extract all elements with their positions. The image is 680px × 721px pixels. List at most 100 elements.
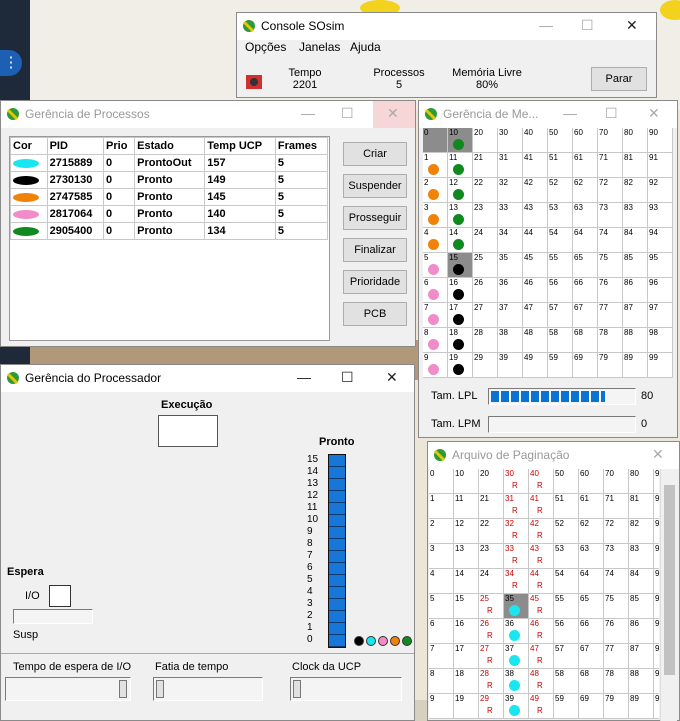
column-header[interactable]: Frames xyxy=(274,137,329,155)
paging-slot[interactable]: 76 xyxy=(604,619,629,644)
memory-frame[interactable]: 96 xyxy=(648,278,673,303)
memory-frame[interactable]: 56 xyxy=(548,278,573,303)
memory-frame[interactable]: 44 xyxy=(523,228,548,253)
paging-slot[interactable]: 6 xyxy=(429,619,454,644)
cpu-clock-slider[interactable] xyxy=(290,677,402,701)
close-icon[interactable]: ✕ xyxy=(387,105,399,122)
paging-slot[interactable]: 74 xyxy=(604,569,629,594)
paging-slot[interactable]: 65 xyxy=(579,594,604,619)
memory-frame[interactable]: 20 xyxy=(473,128,498,153)
paging-slot[interactable]: 70 xyxy=(604,469,629,494)
maximize-icon[interactable]: ☐ xyxy=(341,105,354,122)
memory-frame[interactable]: 2 xyxy=(423,178,448,203)
paging-slot[interactable]: 46 R xyxy=(529,619,554,644)
paging-slot[interactable]: 37 xyxy=(504,644,529,669)
column-header[interactable]: Estado xyxy=(134,137,206,155)
paging-slot[interactable]: 47 R xyxy=(529,644,554,669)
paging-slot[interactable]: 38 xyxy=(504,669,529,694)
minimize-icon[interactable]: — xyxy=(539,17,553,33)
minimize-icon[interactable]: — xyxy=(563,105,577,121)
close-icon[interactable]: ✕ xyxy=(626,17,638,34)
memory-frame[interactable]: 4 xyxy=(423,228,448,253)
memory-frame[interactable]: 13 xyxy=(448,203,473,228)
memory-frame[interactable]: 32 xyxy=(498,178,523,203)
menu-opcoes[interactable]: Opções xyxy=(245,40,286,54)
memory-frame[interactable]: 48 xyxy=(523,328,548,353)
menu-janelas[interactable]: Janelas xyxy=(299,40,340,54)
menu-ajuda[interactable]: Ajuda xyxy=(350,40,381,54)
paging-slot[interactable]: 88 xyxy=(629,669,654,694)
paging-slot[interactable]: 56 xyxy=(554,619,579,644)
memory-frame[interactable]: 7 xyxy=(423,303,448,328)
paging-slot[interactable]: 7 xyxy=(429,644,454,669)
memory-frame[interactable]: 1 xyxy=(423,153,448,178)
memory-frame[interactable]: 86 xyxy=(623,278,648,303)
io-wait-slider[interactable] xyxy=(5,677,131,701)
paging-slot[interactable]: 85 xyxy=(629,594,654,619)
paging-slot[interactable]: 16 xyxy=(454,619,479,644)
memory-frame[interactable]: 60 xyxy=(573,128,598,153)
paging-slot[interactable]: 66 xyxy=(579,619,604,644)
memory-frame[interactable]: 71 xyxy=(598,153,623,178)
paging-slot[interactable]: 50 xyxy=(554,469,579,494)
suspend-button[interactable]: Suspender xyxy=(343,174,407,198)
paging-slot[interactable]: 83 xyxy=(629,544,654,569)
table-row[interactable]: 2715889 0 ProntoOut 157 5 xyxy=(10,154,329,172)
paging-slot[interactable]: 9 xyxy=(654,694,659,719)
paging-slot[interactable]: 28 R xyxy=(479,669,504,694)
slider-thumb[interactable] xyxy=(293,680,301,698)
create-button[interactable]: Criar xyxy=(343,142,407,166)
table-row[interactable]: 2747585 0 Pronto 145 5 xyxy=(10,188,329,206)
paging-slot[interactable]: 9 xyxy=(654,644,659,669)
memory-frame[interactable]: 40 xyxy=(523,128,548,153)
memory-frame[interactable]: 93 xyxy=(648,203,673,228)
memory-frame[interactable]: 8 xyxy=(423,328,448,353)
paging-slot[interactable]: 75 xyxy=(604,594,629,619)
paging-slot[interactable]: 42 R xyxy=(529,519,554,544)
memory-frame[interactable]: 74 xyxy=(598,228,623,253)
memory-frame[interactable]: 62 xyxy=(573,178,598,203)
more-options-icon[interactable]: ⋮ xyxy=(0,50,22,76)
memory-frame[interactable]: 45 xyxy=(523,253,548,278)
memory-frame[interactable]: 22 xyxy=(473,178,498,203)
paging-slot[interactable]: 27 R xyxy=(479,644,504,669)
paging-slot[interactable]: 43 R xyxy=(529,544,554,569)
paging-slot[interactable]: 41 R xyxy=(529,494,554,519)
memory-frame[interactable]: 21 xyxy=(473,153,498,178)
memory-frame[interactable]: 26 xyxy=(473,278,498,303)
table-row[interactable]: 2730130 0 Pronto 149 5 xyxy=(10,171,329,189)
paging-slot[interactable]: 34 R xyxy=(504,569,529,594)
paging-slot[interactable]: 32 R xyxy=(504,519,529,544)
paging-slot[interactable]: 53 xyxy=(554,544,579,569)
paging-slot[interactable]: 2 xyxy=(429,519,454,544)
paging-slot[interactable]: 14 xyxy=(454,569,479,594)
paging-slot[interactable]: 48 R xyxy=(529,669,554,694)
paging-slot[interactable]: 63 xyxy=(579,544,604,569)
paging-slot[interactable]: 20 xyxy=(479,469,504,494)
pcb-button[interactable]: PCB xyxy=(343,302,407,326)
memory-frame[interactable]: 89 xyxy=(623,353,648,378)
memory-frame[interactable]: 19 xyxy=(448,353,473,378)
memory-frame[interactable]: 34 xyxy=(498,228,523,253)
paging-slot[interactable]: 57 xyxy=(554,644,579,669)
paging-slot[interactable]: 4 xyxy=(429,569,454,594)
paging-slot[interactable]: 84 xyxy=(629,569,654,594)
close-icon[interactable]: ✕ xyxy=(648,105,660,122)
memory-frame[interactable]: 98 xyxy=(648,328,673,353)
memory-frame[interactable]: 37 xyxy=(498,303,523,328)
memory-frame[interactable]: 15 xyxy=(448,253,473,278)
memory-frame[interactable]: 85 xyxy=(623,253,648,278)
memory-frame[interactable]: 25 xyxy=(473,253,498,278)
paging-slot[interactable]: 12 xyxy=(454,519,479,544)
paging-slot[interactable]: 9 xyxy=(654,494,659,519)
memory-frame[interactable]: 88 xyxy=(623,328,648,353)
memory-frame[interactable]: 42 xyxy=(523,178,548,203)
finish-button[interactable]: Finalizar xyxy=(343,238,407,262)
memory-frame[interactable]: 83 xyxy=(623,203,648,228)
memory-frame[interactable]: 79 xyxy=(598,353,623,378)
memory-frame[interactable]: 14 xyxy=(448,228,473,253)
memory-frame[interactable]: 52 xyxy=(548,178,573,203)
paging-slot[interactable]: 62 xyxy=(579,519,604,544)
memory-frame[interactable]: 87 xyxy=(623,303,648,328)
maximize-icon[interactable]: ☐ xyxy=(581,17,594,34)
